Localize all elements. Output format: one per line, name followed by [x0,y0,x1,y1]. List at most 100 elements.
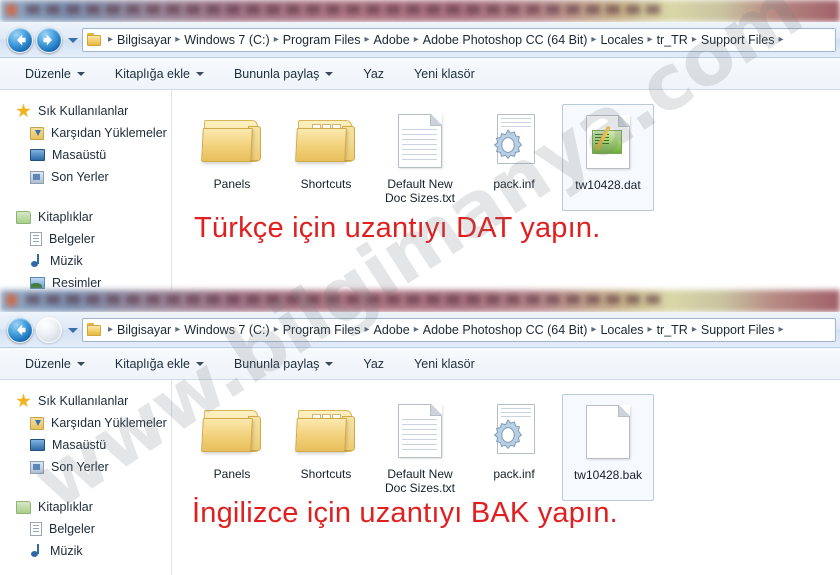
sidebar-item-recent-places[interactable]: Son Yerler [0,166,171,188]
breadcrumb-separator [590,29,597,51]
breadcrumb-item-3[interactable]: Adobe [371,319,413,341]
file-item-pack-inf[interactable]: pack.inf [468,394,560,501]
folder-icon [87,32,104,47]
toolbar-item-new-folder[interactable]: Yeni klasör [405,63,484,85]
breadcrumb-item-2[interactable]: Program Files [280,29,364,51]
sidebar-item-favorites[interactable]: Sık Kullanılanlar [0,390,171,412]
toolbar-label: Düzenle [25,356,71,371]
file-name: Shortcuts [300,177,352,191]
file-item-shortcuts[interactable]: Shortcuts [280,394,372,501]
file-name: pack.inf [493,467,535,481]
file-name: Panels [213,467,251,481]
file-item-tw10428-bak[interactable]: tw10428.bak [562,394,654,501]
breadcrumb-item-4[interactable]: Adobe Photoshop CC (64 Bit) [420,29,591,51]
breadcrumb-item-0[interactable]: Bilgisayar [114,29,174,51]
breadcrumb-item-2[interactable]: Program Files [280,319,364,341]
sidebar-item-favorites[interactable]: Sık Kullanılanlar [0,100,171,122]
sidebar-item-music[interactable]: Müzik [0,250,171,272]
breadcrumb-item-1[interactable]: Windows 7 (C:) [181,319,272,341]
sidebar-item-desktop[interactable]: Masaüstü [0,144,171,166]
toolbar-label: Yaz [363,66,385,81]
command-bar-top: Düzenle Kitaplığa ekle Bununla paylaş Ya… [0,58,840,90]
breadcrumb-item-0[interactable]: Bilgisayar [114,319,174,341]
breadcrumb-item-1[interactable]: Windows 7 (C:) [181,29,272,51]
toolbar-item-new-folder[interactable]: Yeni klasör [405,353,484,375]
annotation-caption-bottom: İngilizce için uzantıyı BAK yapın. [192,497,618,529]
back-button[interactable] [7,26,33,53]
sidebar-item-desktop[interactable]: Masaüstü [0,434,171,456]
nav-group-favorites: Sık Kullanılanlar Karşıdan Yüklemeler Ma… [0,100,171,188]
star-icon [16,103,31,118]
file-name: Default New Doc Sizes.txt [384,467,456,495]
file-item-pack-inf[interactable]: pack.inf [468,104,560,211]
chevron-down-icon [76,71,85,76]
toolbar-item-share-with[interactable]: Bununla paylaş [225,63,342,85]
file-name: Shortcuts [300,467,352,481]
file-list-bottom[interactable]: Panels Shortcuts Default New Doc Sizes.t… [172,380,840,575]
file-name: Default New Doc Sizes.txt [384,177,456,205]
file-item-panels[interactable]: Panels [186,394,278,501]
sidebar-item-libraries[interactable]: Kitaplıklar [0,496,171,518]
toolbar-label: Bununla paylaş [233,356,320,371]
breadcrumb-item-5[interactable]: Locales [597,319,646,341]
sidebar-item-music[interactable]: Müzik [0,540,171,562]
breadcrumb-separator [413,319,420,341]
breadcrumb[interactable]: Bilgisayar Windows 7 (C:) Program Files … [82,317,836,342]
breadcrumb-item-4[interactable]: Adobe Photoshop CC (64 Bit) [420,319,591,341]
breadcrumb-item-5[interactable]: Locales [597,29,646,51]
sidebar-item-recent-places[interactable]: Son Yerler [0,456,171,478]
file-list-top[interactable]: Panels Shortcuts Default New Doc Sizes.t… [172,90,840,290]
sidebar-item-pictures[interactable]: Resimler [0,272,171,290]
breadcrumb-item-7[interactable]: Support Files [698,29,778,51]
toolbar-item-organize[interactable]: Düzenle [16,353,94,375]
toolbar-label: Kitaplığa ekle [114,356,190,371]
inf-gear-icon [470,108,558,174]
forward-button [36,316,62,343]
toolbar-item-burn[interactable]: Yaz [354,63,393,85]
pictures-icon [30,277,45,289]
history-dropdown-button[interactable] [66,33,79,47]
libraries-icon [16,500,31,514]
breadcrumb[interactable]: Bilgisayar Windows 7 (C:) Program Files … [82,27,836,52]
file-items-row: Panels Shortcuts Default New Doc Sizes.t… [172,380,840,501]
breadcrumb-separator [590,319,597,341]
file-item-default-new-doc-sizes[interactable]: Default New Doc Sizes.txt [374,104,466,211]
breadcrumb-item-6[interactable]: tr_TR [654,319,691,341]
chevron-down-icon [325,361,334,366]
back-button[interactable] [7,316,33,343]
sidebar-item-documents[interactable]: Belgeler [0,518,171,540]
blurred-titlebar-top [0,0,840,22]
file-item-tw10428-dat[interactable]: tw10428.dat [562,104,654,211]
toolbar-label: Düzenle [25,66,71,81]
file-item-panels[interactable]: Panels [186,104,278,211]
folder-multi-icon [282,108,370,174]
file-item-default-new-doc-sizes[interactable]: Default New Doc Sizes.txt [374,394,466,501]
folder-icon [188,398,276,464]
toolbar-item-include-in-library[interactable]: Kitaplığa ekle [106,353,213,375]
history-dropdown-button[interactable] [66,323,79,337]
blurred-titlebar-bottom [0,290,840,312]
breadcrumb-separator [647,29,654,51]
toolbar-label: Yaz [363,356,385,371]
file-name: tw10428.bak [573,468,643,482]
toolbar-item-include-in-library[interactable]: Kitaplığa ekle [106,63,213,85]
breadcrumb-separator [174,319,181,341]
breadcrumb-separator-end[interactable] [778,29,785,51]
toolbar-item-organize[interactable]: Düzenle [16,63,94,85]
sidebar-item-downloads[interactable]: Karşıdan Yüklemeler [0,412,171,434]
toolbar-item-share-with[interactable]: Bununla paylaş [225,353,342,375]
forward-button[interactable] [36,26,62,53]
file-item-shortcuts[interactable]: Shortcuts [280,104,372,211]
sidebar-item-documents[interactable]: Belgeler [0,228,171,250]
text-document-icon [376,398,464,464]
breadcrumb-item-6[interactable]: tr_TR [654,29,691,51]
breadcrumb-separator-end[interactable] [778,319,785,341]
toolbar-item-burn[interactable]: Yaz [354,353,393,375]
breadcrumb-item-7[interactable]: Support Files [698,319,778,341]
breadcrumb-item-3[interactable]: Adobe [371,29,413,51]
toolbar-label: Yeni klasör [414,66,475,81]
sidebar-item-libraries[interactable]: Kitaplıklar [0,206,171,228]
breadcrumb-separator [691,29,698,51]
app-icon [6,294,17,306]
sidebar-item-downloads[interactable]: Karşıdan Yüklemeler [0,122,171,144]
